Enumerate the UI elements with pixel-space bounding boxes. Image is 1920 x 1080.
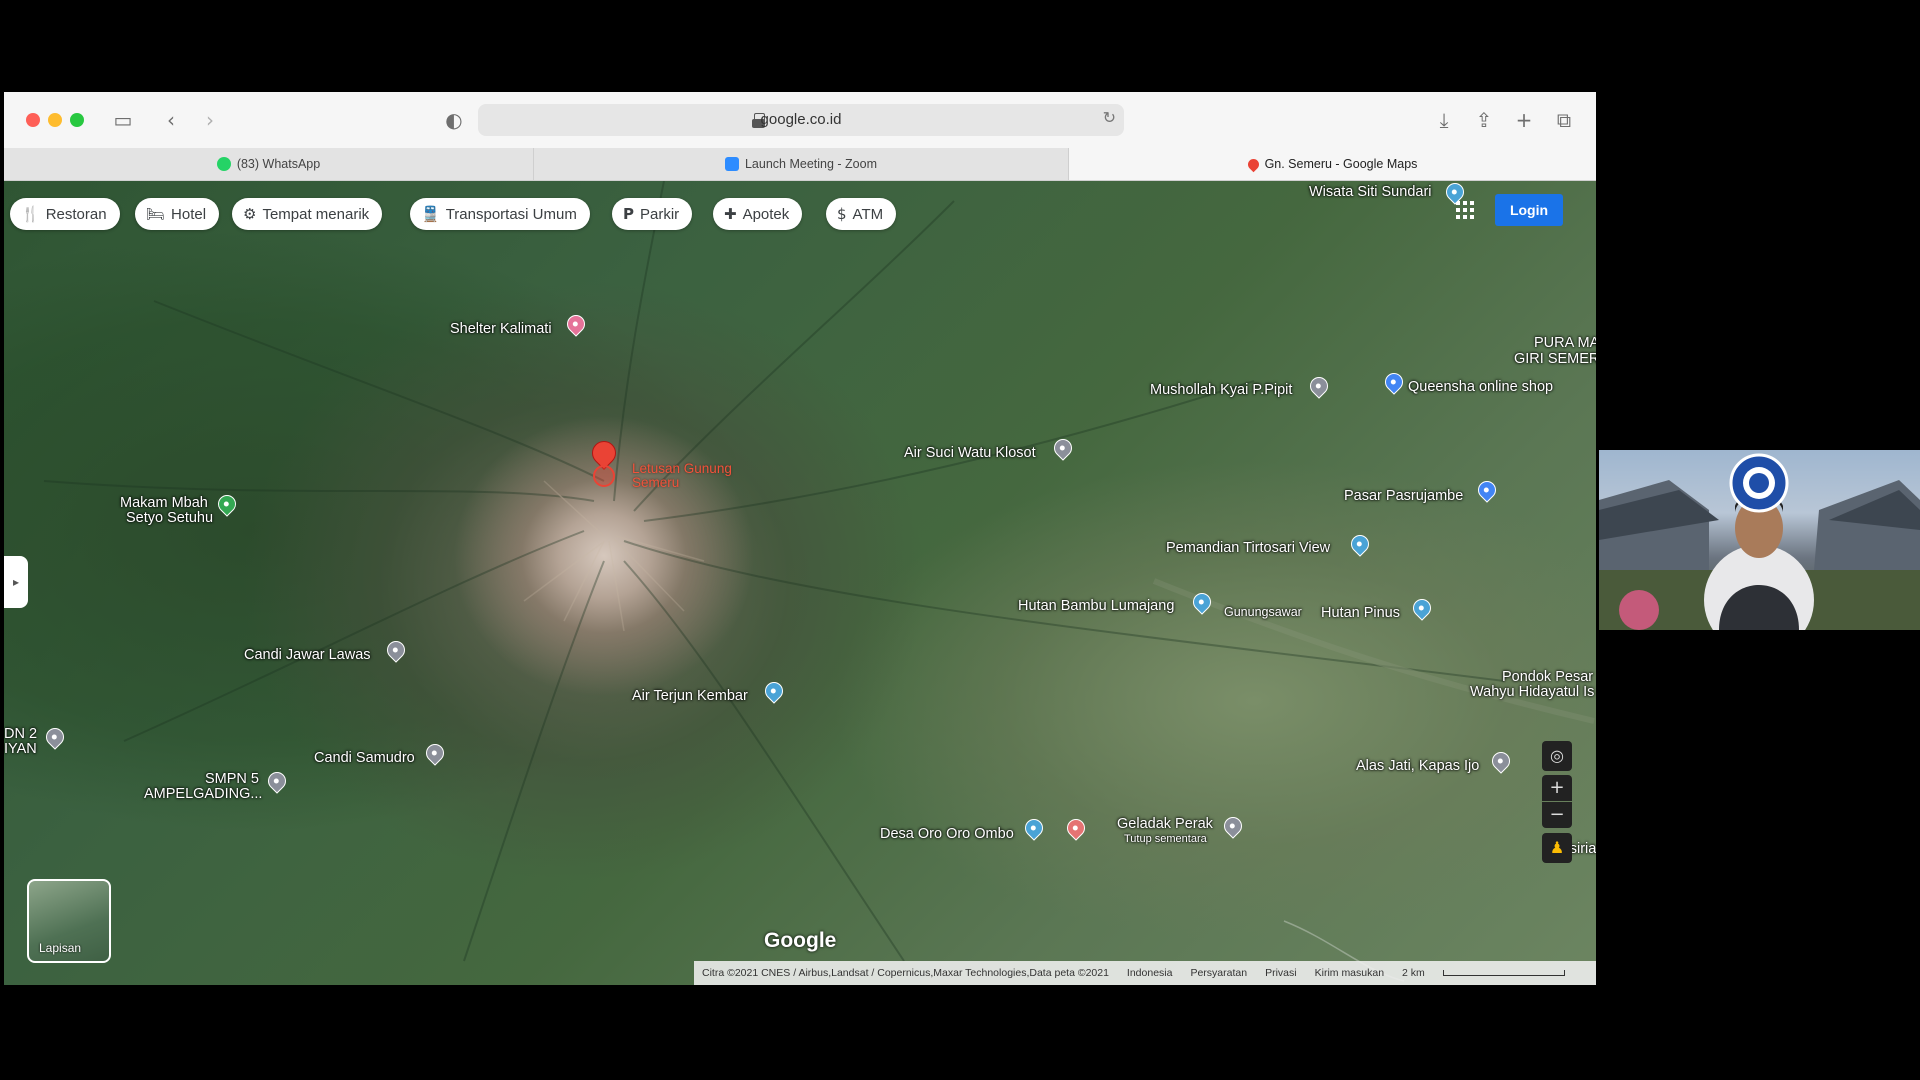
- place-label[interactable]: Pondok Pesar: [1502, 669, 1593, 685]
- place-label[interactable]: Hutan Pinus: [1321, 605, 1400, 621]
- chip-tempat-menarik[interactable]: ⚙ Tempat menarik: [232, 198, 383, 230]
- place-label[interactable]: PURA MA: [1534, 335, 1596, 351]
- google-maps-icon: [1245, 156, 1261, 172]
- url-text: google.co.id: [760, 111, 842, 128]
- place-label[interactable]: GIRI SEMERU: [1514, 351, 1596, 367]
- selected-place-label[interactable]: Semeru: [632, 476, 679, 490]
- tab-overview-icon[interactable]: ⧉: [1552, 108, 1576, 132]
- map-footer: Citra ©2021 CNES / Airbus,Landsat / Cope…: [694, 961, 1596, 985]
- place-label[interactable]: Candi Samudro: [314, 750, 415, 766]
- zoom-icon: [724, 157, 739, 171]
- selected-location-dot: [593, 465, 615, 487]
- place-label[interactable]: Shelter Kalimati: [450, 321, 552, 337]
- place-status-label: Tutup sementara: [1124, 833, 1207, 845]
- place-label[interactable]: Hutan Bambu Lumajang: [1018, 598, 1174, 614]
- participant-video-thumbnail[interactable]: [1599, 450, 1920, 630]
- video-frame-illustration: [1599, 453, 1920, 630]
- reload-icon[interactable]: ↻: [1103, 108, 1116, 127]
- atm-icon: $: [837, 205, 847, 223]
- parking-icon: P: [623, 205, 634, 223]
- expand-side-panel-button[interactable]: ▸: [4, 556, 28, 608]
- place-label[interactable]: Wisata Siti Sundari: [1309, 184, 1432, 200]
- pegman-icon[interactable]: ♟: [1542, 833, 1572, 863]
- maximize-window-button[interactable]: [70, 113, 84, 127]
- tab-zoom[interactable]: Launch Meeting - Zoom: [534, 148, 1069, 180]
- minimize-window-button[interactable]: [48, 113, 62, 127]
- whatsapp-icon: [216, 157, 231, 171]
- layers-button[interactable]: Lapisan: [27, 879, 111, 963]
- scale-label[interactable]: 2 km: [1402, 967, 1425, 979]
- privacy-shield-icon[interactable]: ◐: [442, 108, 466, 132]
- chip-apotek[interactable]: ✚ Apotek: [713, 198, 803, 230]
- address-bar[interactable]: google.co.id ↻: [478, 104, 1124, 136]
- imagery-attribution: Citra ©2021 CNES / Airbus,Landsat / Cope…: [702, 967, 1109, 979]
- place-label[interactable]: Pemandian Tirtosari View: [1166, 540, 1330, 556]
- place-label[interactable]: Alas Jati, Kapas Ijo: [1356, 758, 1479, 774]
- zoom-out-button[interactable]: −: [1542, 802, 1572, 828]
- place-label[interactable]: Setyo Setuhu: [126, 510, 213, 526]
- tab-bar: (83) WhatsApp Launch Meeting - Zoom Gn. …: [4, 148, 1596, 181]
- place-label[interactable]: SMPN 5: [205, 771, 259, 787]
- feedback-link[interactable]: Kirim masukan: [1315, 967, 1384, 979]
- selected-place-label[interactable]: Letusan Gunung: [632, 462, 732, 476]
- transit-icon: 🚆: [421, 205, 440, 223]
- sidebar-toggle-icon[interactable]: ▭: [111, 108, 135, 132]
- terms-link[interactable]: Persyaratan: [1190, 967, 1247, 979]
- restaurant-icon: 🍴: [21, 205, 40, 223]
- map-canvas[interactable]: 🍴 Restoran 🛏 Hotel ⚙ Tempat menarik 🚆 Transp…: [4, 181, 1596, 985]
- place-label[interactable]: Pasar Pasrujambe: [1344, 488, 1463, 504]
- hotel-icon: 🛏: [146, 205, 166, 223]
- pharmacy-icon: ✚: [724, 205, 737, 223]
- place-label[interactable]: Queensha online shop: [1408, 379, 1553, 395]
- share-icon[interactable]: ⇪: [1472, 108, 1496, 132]
- my-location-button[interactable]: ◎: [1542, 741, 1572, 771]
- tab-google-maps[interactable]: Gn. Semeru - Google Maps: [1069, 148, 1596, 180]
- browser-toolbar: ▭ ‹ › ◐ google.co.id ↻ ⤓ ⇪ + ⧉: [4, 92, 1596, 149]
- attraction-icon: ⚙: [243, 205, 257, 223]
- area-label: Gunungsawar: [1224, 605, 1302, 619]
- close-window-button[interactable]: [26, 113, 40, 127]
- chip-transportasi-umum[interactable]: 🚆 Transportasi Umum: [410, 198, 590, 230]
- layers-label: Lapisan: [39, 941, 82, 955]
- chip-atm[interactable]: $ ATM: [826, 198, 897, 230]
- place-label[interactable]: Wahyu Hidayatul Is: [1470, 684, 1594, 700]
- chip-hotel[interactable]: 🛏 Hotel: [135, 198, 220, 230]
- browser-window: ▭ ‹ › ◐ google.co.id ↻ ⤓ ⇪ + ⧉ (83) What…: [4, 92, 1596, 985]
- place-label[interactable]: DN 2: [4, 726, 37, 742]
- place-label[interactable]: Air Suci Watu Klosot: [904, 445, 1036, 461]
- chip-restoran[interactable]: 🍴 Restoran: [10, 198, 120, 230]
- place-label[interactable]: Desa Oro Oro Ombo: [880, 826, 1014, 842]
- place-label[interactable]: Makam Mbah: [120, 495, 208, 511]
- new-tab-icon[interactable]: +: [1512, 108, 1536, 132]
- download-icon[interactable]: ⤓: [1432, 108, 1456, 132]
- scale-bar: [1442, 970, 1565, 976]
- place-label[interactable]: AMPELGADING...: [144, 786, 262, 802]
- place-label[interactable]: Geladak Perak: [1117, 816, 1213, 832]
- tab-whatsapp[interactable]: (83) WhatsApp: [4, 148, 534, 180]
- place-label[interactable]: IYAN: [4, 741, 37, 757]
- place-label[interactable]: Candi Jawar Lawas: [244, 647, 371, 663]
- zoom-in-button[interactable]: +: [1542, 775, 1572, 801]
- google-apps-icon[interactable]: [1456, 201, 1474, 219]
- forward-arrow-icon[interactable]: ›: [198, 108, 222, 132]
- google-logo: Google: [764, 929, 837, 952]
- place-label[interactable]: Mushollah Kyai P.Pipit: [1150, 382, 1292, 398]
- country-link[interactable]: Indonesia: [1127, 967, 1173, 979]
- chip-parkir[interactable]: P Parkir: [612, 198, 693, 230]
- login-button[interactable]: Login: [1495, 194, 1563, 226]
- privacy-link[interactable]: Privasi: [1265, 967, 1297, 979]
- place-label[interactable]: Air Terjun Kembar: [632, 688, 748, 704]
- back-arrow-icon[interactable]: ‹: [159, 108, 183, 132]
- terrain-texture: [43, 181, 1595, 982]
